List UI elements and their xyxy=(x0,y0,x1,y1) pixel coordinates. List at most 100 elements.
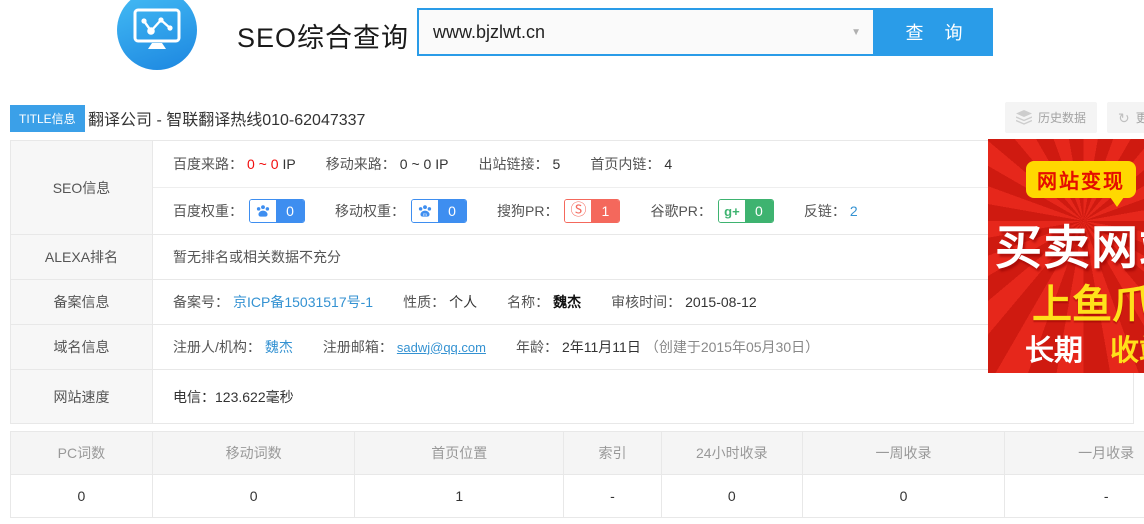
speed-label: 网站速度 xyxy=(11,370,153,423)
search-group: ▼ 查 询 xyxy=(417,8,993,56)
email-link[interactable]: sadwj@qq.com xyxy=(397,340,486,355)
baidu-weight-value: 0 xyxy=(276,200,304,222)
icp-number-field: 备案号： 京ICP备15031517号-1 xyxy=(173,292,373,312)
stats-value-month: - xyxy=(1004,475,1144,517)
registrant-field: 注册人/机构： 魏杰 xyxy=(173,337,293,357)
baidu-paw-icon xyxy=(250,200,276,222)
speed-value: 电信：123.622毫秒 xyxy=(173,387,294,407)
domain-label: 域名信息 xyxy=(11,325,153,369)
outlink-value: 5 xyxy=(553,156,561,172)
google-plus-icon: g+ xyxy=(719,200,745,222)
refresh-icon: ↻ xyxy=(1118,111,1130,125)
ad-bubble-text: 网站变现 xyxy=(1026,161,1136,198)
page-title: SEO综合查询 xyxy=(237,16,409,55)
icp-name-value: 魏杰 xyxy=(553,292,581,312)
registrant-link[interactable]: 魏杰 xyxy=(265,337,293,357)
keyword-stats-table: PC词数 移动词数 首页位置 索引 24小时收录 一周收录 一月收录 0 0 1… xyxy=(10,431,1144,518)
inlink-label: 首页内链： xyxy=(590,154,660,174)
ad-subline: 上鱼爪 xyxy=(1032,272,1144,330)
mobile-weight-field: 移动权重： m 0 xyxy=(335,199,467,223)
mobile-traffic-unit: IP xyxy=(435,156,448,172)
sogou-icon: Ⓢ xyxy=(565,200,591,222)
registrant-label: 注册人/机构： xyxy=(173,337,261,357)
ad-banner[interactable]: 网站变现 买卖网站 上鱼爪 长期收站 xyxy=(988,139,1144,373)
email-label: 注册邮箱： xyxy=(323,337,393,357)
google-pr-field: 谷歌PR： g+ 0 xyxy=(650,199,773,223)
icp-label: 备案信息 xyxy=(11,280,153,324)
baidu-traffic-value: 0 ~ 0 xyxy=(247,156,279,172)
site-title-text: 翻译公司 - 智联翻译热线010-62047337 xyxy=(88,106,365,130)
backlink-label: 反链： xyxy=(804,201,846,221)
icp-audit-label: 审核时间： xyxy=(611,292,681,312)
age-label: 年龄： xyxy=(516,337,558,357)
ad-headline: 买卖网站 xyxy=(995,209,1144,278)
stats-value-24h: 0 xyxy=(661,475,802,517)
google-pr-label: 谷歌PR： xyxy=(650,201,711,221)
baidu-traffic-field: 百度来路： 0 ~ 0 IP xyxy=(173,154,296,174)
stats-value-index: - xyxy=(563,475,661,517)
seo-info-row: SEO信息 百度来路： 0 ~ 0 IP 移动来路： 0 ~ 0 IP 出站链接… xyxy=(11,141,1133,234)
seo-info-content: 百度来路： 0 ~ 0 IP 移动来路： 0 ~ 0 IP 出站链接： 5 xyxy=(153,141,1133,234)
inlink-field: 首页内链： 4 xyxy=(590,154,672,174)
history-data-label: 历史数据 xyxy=(1038,109,1086,126)
query-button[interactable]: 查 询 xyxy=(875,8,993,56)
icp-nature-value: 个人 xyxy=(449,292,477,312)
seo-info-label: SEO信息 xyxy=(11,141,153,234)
baidu-weight-label: 百度权重： xyxy=(173,201,243,221)
icp-row: 备案信息 备案号： 京ICP备15031517号-1 性质： 个人 名称： 魏杰… xyxy=(11,279,1133,324)
outlink-label: 出站链接： xyxy=(479,154,549,174)
sogou-pr-label: 搜狗PR： xyxy=(497,201,558,221)
title-bar-buttons: 历史数据 ↻ 更新数据 xyxy=(1005,102,1144,133)
mobile-weight-badge[interactable]: m 0 xyxy=(411,199,467,223)
stats-header-month: 一月收录 xyxy=(1004,432,1144,474)
mobile-weight-label: 移动权重： xyxy=(335,201,405,221)
seo-info-table: SEO信息 百度来路： 0 ~ 0 IP 移动来路： 0 ~ 0 IP 出站链接… xyxy=(10,140,1134,424)
google-pr-badge[interactable]: g+ 0 xyxy=(718,199,774,223)
icp-nature-field: 性质： 个人 xyxy=(403,292,477,312)
ad-footline-yellow: 收站 xyxy=(1110,335,1144,367)
monitor-chart-icon xyxy=(131,7,183,53)
mobile-traffic-value: 0 ~ 0 xyxy=(400,156,432,172)
backlink-value-link[interactable]: 2 xyxy=(850,203,858,219)
stats-header-mobile-words: 移动词数 xyxy=(152,432,355,474)
stats-header-index: 索引 xyxy=(563,432,661,474)
age-note: （创建于2015年05月30日） xyxy=(645,337,819,357)
mobile-paw-icon: m xyxy=(412,200,438,222)
age-field: 年龄： 2年11月11日 （创建于2015年05月30日） xyxy=(516,337,819,357)
stats-value-row: 0 0 1 - 0 0 - xyxy=(11,474,1144,517)
stats-header-row: PC词数 移动词数 首页位置 索引 24小时收录 一周收录 一月收录 xyxy=(11,432,1144,474)
sogou-pr-badge[interactable]: Ⓢ 1 xyxy=(564,199,620,223)
search-input[interactable] xyxy=(417,8,875,56)
icp-number-link[interactable]: 京ICP备15031517号-1 xyxy=(233,292,373,312)
mobile-traffic-field: 移动来路： 0 ~ 0 IP xyxy=(326,154,449,174)
alexa-value: 暂无排名或相关数据不充分 xyxy=(173,247,341,267)
update-data-button[interactable]: ↻ 更新数据 xyxy=(1107,102,1144,133)
alexa-label: ALEXA排名 xyxy=(11,235,153,279)
alexa-row: ALEXA排名 暂无排名或相关数据不充分 xyxy=(11,234,1133,279)
stats-value-week: 0 xyxy=(802,475,1005,517)
email-field: 注册邮箱： sadwj@qq.com xyxy=(323,337,486,357)
history-data-button[interactable]: 历史数据 xyxy=(1005,102,1097,133)
sogou-pr-field: 搜狗PR： Ⓢ 1 xyxy=(497,199,620,223)
outlink-field: 出站链接： 5 xyxy=(479,154,561,174)
mobile-traffic-label: 移动来路： xyxy=(326,154,396,174)
icp-name-label: 名称： xyxy=(507,292,549,312)
sogou-pr-value: 1 xyxy=(591,200,619,222)
stats-value-home-position: 1 xyxy=(354,475,563,517)
icp-nature-label: 性质： xyxy=(403,292,445,312)
baidu-weight-badge[interactable]: 0 xyxy=(249,199,305,223)
icp-number-label: 备案号： xyxy=(173,292,229,312)
backlink-field: 反链： 2 xyxy=(804,201,858,221)
svg-text:m: m xyxy=(423,213,427,218)
google-pr-value: 0 xyxy=(745,200,773,222)
age-value: 2年11月11日 xyxy=(562,337,641,357)
ad-footline-white: 长期 xyxy=(1025,335,1083,367)
stats-header-week: 一周收录 xyxy=(802,432,1005,474)
stats-header-home-position: 首页位置 xyxy=(354,432,563,474)
seo-query-page: SEO综合查询 ▼ 查 询 TITLE信息 翻译公司 - 智联翻译热线010-6… xyxy=(0,0,1144,524)
speed-row: 网站速度 电信：123.622毫秒 xyxy=(11,369,1133,423)
chevron-down-icon[interactable]: ▼ xyxy=(851,27,861,38)
mobile-weight-value: 0 xyxy=(438,200,466,222)
seo-logo-icon xyxy=(117,0,197,70)
ad-footline: 长期收站 xyxy=(1025,327,1144,369)
